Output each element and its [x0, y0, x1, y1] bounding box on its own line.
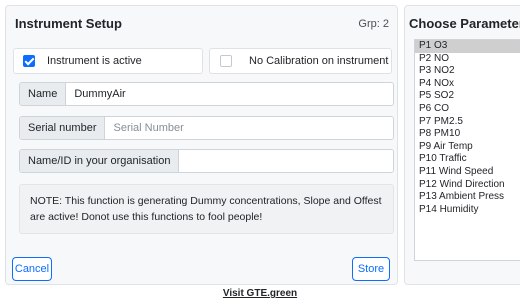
name-input[interactable] — [66, 83, 393, 105]
no-calibration-label: No Calibration on instrument — [249, 55, 389, 67]
serial-field-group: Serial number — [19, 116, 394, 140]
checkbox-checked-icon[interactable] — [23, 55, 35, 67]
parameter-option[interactable]: P14 Humidity — [415, 204, 520, 217]
org-id-field-group: Name/ID in your organisation — [19, 149, 394, 173]
parameter-option[interactable]: P6 CO — [415, 103, 520, 116]
group-label: Grp: 2 — [358, 17, 389, 30]
parameter-option[interactable]: P2 NO — [415, 53, 520, 66]
parameter-option[interactable]: P11 Wind Speed — [415, 166, 520, 179]
instrument-active-label: Instrument is active — [47, 55, 142, 67]
parameter-option[interactable]: P8 PM10 — [415, 128, 520, 141]
parameter-option[interactable]: P4 NOx — [415, 78, 520, 91]
parameter-panel-title: Choose Parameter — [409, 16, 520, 31]
parameter-option[interactable]: P3 NO2 — [415, 65, 520, 78]
visit-gte-link[interactable]: Visit GTE.green — [0, 288, 520, 299]
parameter-option[interactable]: P9 Air Temp — [415, 141, 520, 154]
dummy-note: NOTE: This function is generating Dummy … — [19, 184, 394, 234]
serial-number-label: Serial number — [20, 117, 106, 139]
parameter-option[interactable]: P12 Wind Direction — [415, 179, 520, 192]
org-id-input[interactable] — [179, 150, 393, 172]
name-field-group: Name — [19, 82, 394, 106]
instrument-active-checkbox[interactable]: Instrument is active — [13, 48, 203, 74]
card-title: Instrument Setup — [15, 16, 122, 31]
parameter-list[interactable]: P1 O3 P2 NO P3 NO2 P4 NOx P5 SO2 P6 CO P7 PM2.… — [414, 39, 520, 261]
no-calibration-checkbox[interactable]: No Calibration on instrument — [209, 48, 392, 74]
cancel-button[interactable]: Cancel — [12, 257, 52, 281]
serial-number-input[interactable] — [105, 117, 393, 139]
parameter-option[interactable]: P13 Ambient Press — [415, 191, 520, 204]
instrument-setup-card: Instrument Setup Grp: 2 Instrument is ac… — [5, 5, 398, 285]
store-button[interactable]: Store — [352, 257, 390, 281]
checkbox-unchecked-icon[interactable] — [220, 55, 232, 67]
choose-parameter-panel: Choose Parameter P1 O3 P2 NO P3 NO2 P4 NOx P… — [404, 5, 520, 285]
parameter-option[interactable]: P10 Traffic — [415, 153, 520, 166]
card-header: Instrument Setup Grp: 2 — [6, 6, 397, 41]
org-id-label: Name/ID in your organisation — [20, 150, 180, 172]
parameter-option[interactable]: P5 SO2 — [415, 90, 520, 103]
parameter-option[interactable]: P7 PM2.5 — [415, 116, 520, 129]
parameter-option[interactable]: P1 O3 — [415, 40, 520, 53]
name-label: Name — [20, 83, 67, 105]
